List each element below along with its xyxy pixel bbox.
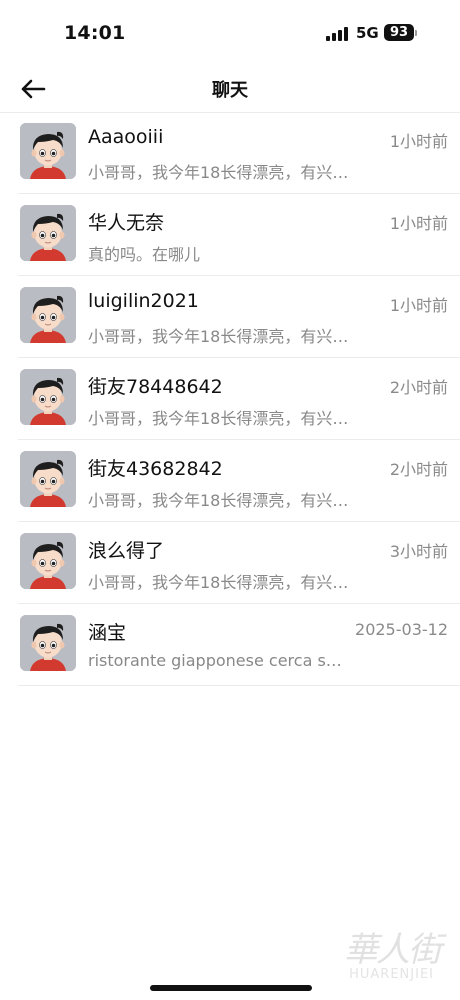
chat-time: 1小时前 — [389, 296, 448, 315]
battery-icon: 93 — [384, 24, 414, 41]
avatar[interactable] — [20, 205, 76, 261]
chat-preview: 小哥哥，我今年18长得漂亮，有兴趣吗 — [88, 573, 350, 592]
avatar[interactable] — [20, 369, 76, 425]
chat-preview: 小哥哥，我今年18长得漂亮，有兴趣吗 — [88, 163, 350, 182]
chat-row[interactable]: 浪么得了 3小时前小哥哥，我今年18长得漂亮，有兴趣吗 — [18, 522, 460, 604]
chat-row[interactable]: 华人无奈 1小时前真的吗。在哪儿 — [18, 194, 460, 276]
chat-row[interactable]: luigilin2021 1小时前小哥哥，我今年18长得漂亮，有兴趣吗 — [18, 276, 460, 358]
avatar[interactable] — [20, 615, 76, 671]
chat-name: 街友78448642 — [88, 376, 223, 398]
chat-name: Aaaooiii — [88, 126, 164, 148]
watermark-cn: 華人街 — [344, 930, 442, 970]
avatar[interactable] — [20, 123, 76, 179]
page-title: 聊天 — [212, 80, 248, 101]
chat-time: 1小时前 — [389, 214, 448, 233]
chat-name: 涵宝 — [88, 622, 127, 644]
network-type: 5G — [356, 24, 379, 42]
chat-row[interactable]: 街友78448642 2小时前小哥哥，我今年18长得漂亮，有兴趣吗 — [18, 358, 460, 440]
battery-tip — [415, 30, 417, 36]
status-bar: 14:01 5G 93 — [0, 0, 460, 66]
battery-level: 93 — [389, 25, 409, 40]
chat-list-page: 14:01 5G 93 聊天 Aaaooiii 1小时前 小哥哥，我今年18长得… — [0, 0, 460, 1000]
chat-preview: 小哥哥，我今年18长得漂亮，有兴趣吗 — [88, 327, 350, 346]
watermark-en: HUARENJIEI — [349, 967, 434, 982]
chat-time: 2小时前 — [389, 460, 448, 479]
chat-name: luigilin2021 — [88, 290, 199, 312]
chat-name: 街友43682842 — [88, 458, 223, 480]
avatar[interactable] — [20, 451, 76, 507]
watermark-logo: 華人街 HUARENJIEI — [320, 922, 442, 982]
chat-time: 1小时前 — [389, 132, 448, 151]
chat-list: Aaaooiii 1小时前 小哥哥，我今年18长得漂亮，有兴趣吗 华人无奈 1小时前真… — [0, 112, 460, 686]
nav-header: 聊天 — [0, 66, 460, 113]
chat-time: 3小时前 — [389, 542, 448, 561]
chat-time: 2小时前 — [389, 378, 448, 397]
chat-row[interactable]: 涵宝 2025-03-12 ristorante giapponese cerca … — [18, 604, 460, 686]
signal-icon — [326, 27, 350, 41]
chat-preview: ristorante giapponese cerca sushi chef — [88, 651, 350, 670]
chat-name: 浪么得了 — [88, 540, 165, 562]
avatar[interactable] — [20, 533, 76, 589]
avatar[interactable] — [20, 287, 76, 343]
chat-preview: 真的吗。在哪儿 — [88, 245, 201, 264]
chat-row[interactable]: 街友43682842 2小时前小哥哥，我今年18长得漂亮，有兴趣吗 — [18, 440, 460, 522]
chat-preview: 小哥哥，我今年18长得漂亮，有兴趣吗 — [88, 491, 350, 510]
status-time: 14:01 — [64, 22, 126, 44]
chat-name: 华人无奈 — [88, 212, 165, 234]
chat-preview: 小哥哥，我今年18长得漂亮，有兴趣吗 — [88, 409, 350, 428]
home-indicator[interactable] — [150, 985, 312, 991]
chat-time: 2025-03-12 — [355, 620, 448, 639]
chat-row[interactable]: Aaaooiii 1小时前小哥哥，我今年18长得漂亮，有兴趣吗 — [18, 112, 460, 194]
